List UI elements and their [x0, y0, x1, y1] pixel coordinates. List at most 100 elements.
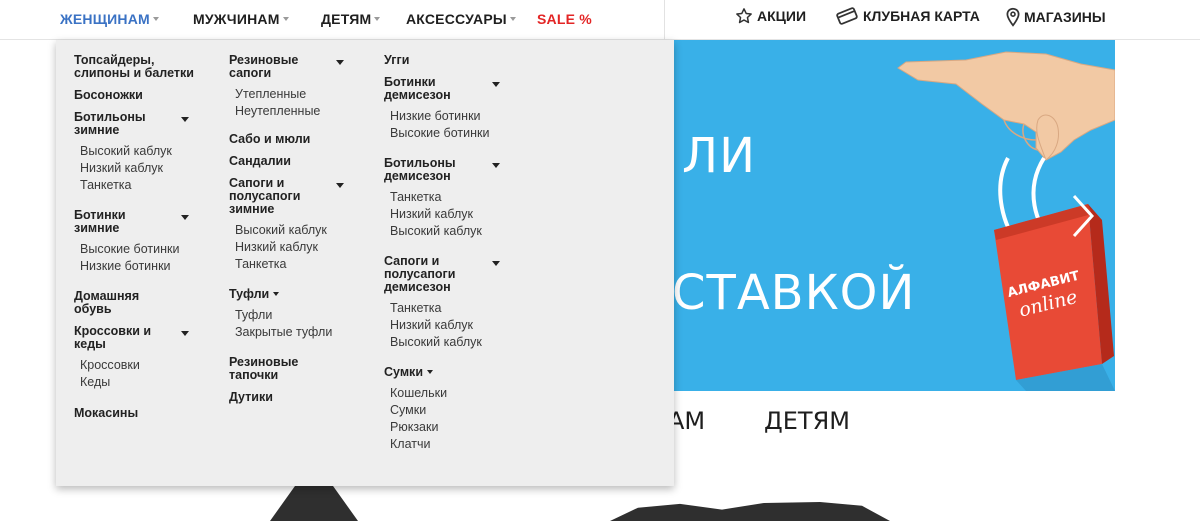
- menu-category[interactable]: Сапоги и полусапоги зимние: [229, 177, 344, 216]
- promotions-label: АКЦИИ: [757, 8, 807, 24]
- menu-category[interactable]: Топсайдеры, слипоны и балетки: [74, 54, 204, 80]
- menu-category[interactable]: Резиновые сапоги: [229, 53, 344, 80]
- category-kids-link[interactable]: ДЕТЯМ: [764, 407, 850, 435]
- menu-category[interactable]: Сумки: [384, 366, 524, 379]
- menu-category-label: Туфли: [229, 287, 270, 301]
- nav-divider: [664, 0, 665, 40]
- menu-category[interactable]: Ботильоны демисезон: [384, 156, 500, 183]
- banner-next-arrow[interactable]: [1068, 192, 1098, 245]
- menu-category[interactable]: Кроссовки и кеды: [74, 324, 189, 351]
- chevron-down-icon[interactable]: [181, 117, 189, 122]
- chevron-down-icon: [509, 17, 516, 22]
- nav-men[interactable]: МУЖЧИНАМ: [193, 11, 289, 27]
- chevron-down-icon[interactable]: [492, 261, 500, 266]
- submenu-list: Утепленные Неутепленные: [229, 86, 364, 120]
- chevron-down-icon[interactable]: [427, 369, 434, 374]
- menu-category[interactable]: Ботильоны зимние: [74, 111, 189, 137]
- club-card-label: КЛУБНАЯ КАРТА: [863, 8, 980, 24]
- chevron-down-icon[interactable]: [181, 331, 189, 336]
- menu-category[interactable]: Сандалии: [229, 155, 364, 168]
- menu-category[interactable]: Угги: [384, 54, 524, 67]
- product-image[interactable]: [270, 484, 358, 521]
- submenu-item[interactable]: Высокий каблук: [235, 222, 364, 239]
- submenu-item[interactable]: Танкетка: [390, 300, 524, 317]
- nav-women-label: ЖЕНЩИНАМ: [60, 11, 150, 27]
- submenu-item[interactable]: Низкий каблук: [390, 206, 524, 223]
- menu-column-1: Топсайдеры, слипоны и балетки Босоножки …: [74, 54, 204, 420]
- menu-category-label: Сапоги и полусапоги демисезон: [384, 254, 456, 294]
- nav-kids[interactable]: ДЕТЯМ: [321, 11, 381, 27]
- chevron-down-icon[interactable]: [336, 60, 344, 65]
- stores-label: МАГАЗИНЫ: [1024, 9, 1106, 25]
- nav-accessories[interactable]: АКСЕССУАРЫ: [406, 11, 516, 27]
- stores-link[interactable]: МАГАЗИНЫ: [1006, 7, 1106, 27]
- chevron-down-icon[interactable]: [492, 163, 500, 168]
- card-icon: [835, 7, 859, 25]
- submenu-item[interactable]: Низкий каблук: [235, 239, 364, 256]
- submenu-list: Кошельки Сумки Рюкзаки Клатчи: [384, 385, 524, 453]
- menu-column-2: Резиновые сапоги Утепленные Неутепленные…: [229, 54, 364, 404]
- nav-women[interactable]: ЖЕНЩИНАМ: [60, 11, 159, 27]
- menu-category-label: Ботильоны демисезон: [384, 156, 456, 183]
- chevron-down-icon: [282, 17, 289, 22]
- submenu-item[interactable]: Танкетка: [80, 177, 204, 194]
- menu-category-label: Кроссовки и кеды: [74, 324, 152, 351]
- promotions-link[interactable]: АКЦИИ: [735, 7, 806, 25]
- submenu-list: Высокий каблук Низкий каблук Танкетка: [229, 222, 364, 273]
- submenu-item[interactable]: Кошельки: [390, 385, 524, 402]
- submenu-item[interactable]: Сумки: [390, 402, 524, 419]
- nav-sale[interactable]: SALE %: [537, 11, 592, 27]
- menu-category-label: Ботинки демисезон: [384, 75, 451, 102]
- menu-category[interactable]: Резиновые тапочки: [229, 356, 319, 382]
- menu-category[interactable]: Домашняя обувь: [74, 290, 154, 316]
- menu-category[interactable]: Туфли: [229, 288, 364, 301]
- submenu-item[interactable]: Танкетка: [235, 256, 364, 273]
- submenu-item[interactable]: Низкий каблук: [390, 317, 524, 334]
- menu-category-label: Ботинки зимние: [74, 208, 126, 235]
- chevron-right-icon: [1072, 194, 1095, 238]
- menu-category[interactable]: Сабо и мюли: [229, 133, 364, 146]
- submenu-item[interactable]: Высокий каблук: [390, 223, 524, 240]
- submenu-item[interactable]: Высокий каблук: [390, 334, 524, 351]
- submenu-item[interactable]: Рюкзаки: [390, 419, 524, 436]
- women-dropdown-menu: Топсайдеры, слипоны и балетки Босоножки …: [56, 40, 674, 486]
- submenu-list: Туфли Закрытые туфли: [229, 307, 364, 341]
- chevron-down-icon[interactable]: [492, 82, 500, 87]
- top-navigation-bar: ЖЕНЩИНАМ МУЖЧИНАМ ДЕТЯМ АКСЕССУАРЫ SALE …: [0, 0, 1200, 40]
- banner-text-line1: ЛИ: [682, 128, 756, 184]
- menu-category[interactable]: Босоножки: [74, 89, 204, 102]
- submenu-list: Кроссовки Кеды: [74, 357, 204, 391]
- nav-accessories-label: АКСЕССУАРЫ: [406, 11, 507, 27]
- submenu-item[interactable]: Высокий каблук: [80, 143, 204, 160]
- submenu-item[interactable]: Кеды: [80, 374, 204, 391]
- submenu-item[interactable]: Низкие ботинки: [390, 108, 524, 125]
- product-image[interactable]: [610, 502, 890, 521]
- submenu-item[interactable]: Туфли: [235, 307, 364, 324]
- submenu-list: Высокие ботинки Низкие ботинки: [74, 241, 204, 275]
- chevron-down-icon[interactable]: [181, 215, 189, 220]
- submenu-item[interactable]: Низкий каблук: [80, 160, 204, 177]
- submenu-list: Танкетка Низкий каблук Высокий каблук: [384, 189, 524, 240]
- chevron-down-icon: [374, 17, 381, 22]
- submenu-item[interactable]: Закрытые туфли: [235, 324, 364, 341]
- menu-category[interactable]: Сапоги и полусапоги демисезон: [384, 254, 500, 294]
- chevron-down-icon[interactable]: [273, 291, 280, 296]
- menu-category[interactable]: Мокасины: [74, 407, 204, 420]
- submenu-item[interactable]: Неутепленные: [235, 103, 364, 120]
- submenu-item[interactable]: Высокие ботинки: [80, 241, 204, 258]
- menu-column-3: Угги Ботинки демисезон Низкие ботинки Вы…: [384, 54, 524, 453]
- submenu-item[interactable]: Кроссовки: [80, 357, 204, 374]
- submenu-item[interactable]: Утепленные: [235, 86, 364, 103]
- chevron-down-icon: [152, 17, 159, 22]
- submenu-item[interactable]: Высокие ботинки: [390, 125, 524, 142]
- submenu-item[interactable]: Клатчи: [390, 436, 524, 453]
- club-card-link[interactable]: КЛУБНАЯ КАРТА: [835, 7, 980, 25]
- submenu-item[interactable]: Низкие ботинки: [80, 258, 204, 275]
- menu-category[interactable]: Дутики: [229, 391, 364, 404]
- menu-category[interactable]: Ботинки демисезон: [384, 75, 500, 102]
- submenu-list: Высокий каблук Низкий каблук Танкетка: [74, 143, 204, 194]
- submenu-item[interactable]: Танкетка: [390, 189, 524, 206]
- chevron-down-icon[interactable]: [336, 183, 344, 188]
- menu-category[interactable]: Ботинки зимние: [74, 208, 189, 235]
- menu-category-label: Резиновые сапоги: [229, 53, 299, 80]
